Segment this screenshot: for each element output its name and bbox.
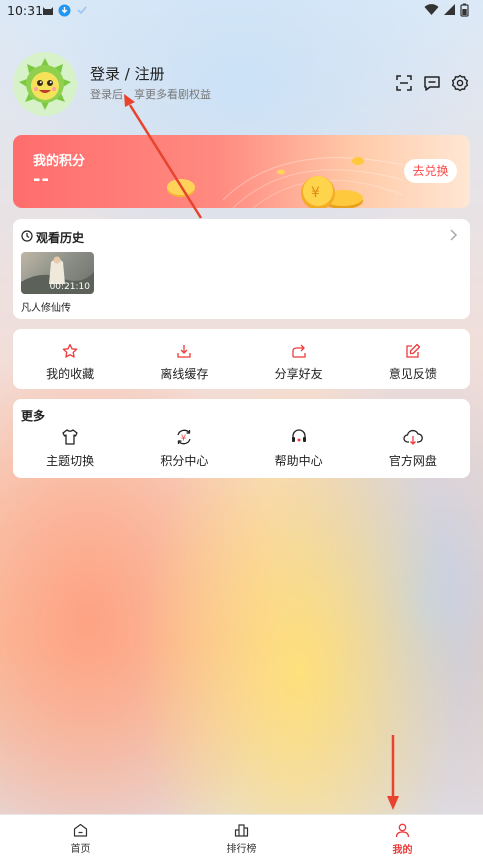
login-register-link[interactable]: 登录 / 注册 — [90, 63, 165, 84]
yuan-cycle-icon: ¥ — [177, 429, 191, 445]
svg-text:¥: ¥ — [181, 434, 186, 443]
share-friends-label: 分享好友 — [274, 367, 323, 381]
download-notify-icon — [58, 4, 71, 17]
cloud-download-icon — [403, 429, 423, 445]
offline-cache-button[interactable]: 离线缓存 — [127, 343, 241, 382]
offline-cache-label: 离线缓存 — [160, 367, 209, 381]
theme-switch-button[interactable]: 主题切换 — [13, 428, 127, 469]
notification-cat-icon — [43, 7, 53, 15]
star-icon — [62, 343, 78, 358]
nav-home-label: 首页 — [70, 844, 91, 855]
nav-home[interactable]: 首页 — [0, 815, 161, 859]
home-icon — [73, 823, 88, 837]
favorites-label: 我的收藏 — [46, 367, 95, 381]
history-title: 观看历史 — [36, 231, 85, 245]
durian-mascot-icon — [13, 52, 77, 116]
headset-icon — [291, 429, 306, 442]
favorites-button[interactable]: 我的收藏 — [13, 343, 127, 382]
signal-icon — [444, 4, 455, 15]
feedback-label: 意见反馈 — [388, 367, 437, 381]
help-center-label: 帮助中心 — [274, 454, 323, 468]
help-center-button[interactable]: 帮助中心 — [242, 428, 356, 469]
ranking-icon — [234, 824, 249, 837]
chevron-right-icon[interactable] — [448, 228, 458, 242]
nav-mine[interactable]: 我的 — [322, 815, 483, 859]
bottom-nav: 首页 排行榜 我的 — [0, 814, 483, 859]
more-card: 更多 主题切换 ¥ 积分中心 帮助中心 官方网盘 — [13, 399, 470, 478]
official-drive-label: 官方网盘 — [388, 454, 437, 468]
gold-coins-icon: ¥ — [167, 157, 403, 208]
redeem-button[interactable]: 去兑换 — [404, 159, 457, 183]
share-icon — [291, 344, 306, 358]
history-thumbnail[interactable]: 00:21:10 — [21, 252, 94, 294]
official-drive-button[interactable]: 官方网盘 — [356, 428, 470, 469]
check-notify-icon — [77, 6, 87, 15]
clock-icon — [21, 230, 33, 242]
status-bar: 10:31 — [0, 0, 483, 22]
share-friends-button[interactable]: 分享好友 — [242, 343, 356, 382]
points-title: 我的积分 — [33, 154, 86, 169]
wifi-icon — [424, 4, 439, 15]
settings-icon[interactable] — [451, 74, 469, 92]
message-icon[interactable] — [423, 74, 441, 92]
battery-icon — [460, 3, 469, 17]
points-center-label: 积分中心 — [160, 454, 209, 468]
watch-history-card: 观看历史 00:21:10 凡人修仙传 — [13, 219, 470, 319]
more-title: 更多 — [21, 409, 46, 423]
nav-ranking-label: 排行榜 — [226, 844, 257, 855]
feedback-button[interactable]: 意见反馈 — [356, 343, 470, 382]
scan-icon[interactable] — [395, 74, 413, 92]
avatar[interactable] — [13, 52, 77, 116]
nav-mine-label: 我的 — [392, 845, 413, 856]
quick-actions-card: 我的收藏 离线缓存 分享好友 意见反馈 — [13, 329, 470, 389]
points-value: -- — [33, 169, 50, 190]
status-time: 10:31 — [7, 3, 44, 18]
feedback-icon — [406, 343, 421, 358]
download-icon — [177, 345, 192, 358]
nav-ranking[interactable]: 排行榜 — [161, 815, 322, 859]
points-card[interactable]: ¥ 我的积分 -- 去兑换 — [13, 135, 470, 208]
login-subtitle: 登录后，享更多看剧权益 — [90, 88, 211, 101]
history-item-title[interactable]: 凡人修仙传 — [21, 299, 71, 314]
svg-text:¥: ¥ — [311, 185, 320, 201]
header-actions — [395, 74, 469, 92]
user-icon — [395, 823, 410, 838]
tshirt-icon — [62, 429, 78, 445]
points-center-button[interactable]: ¥ 积分中心 — [127, 428, 241, 469]
theme-switch-label: 主题切换 — [46, 454, 95, 468]
history-progress-time: 00:21:10 — [49, 282, 90, 292]
